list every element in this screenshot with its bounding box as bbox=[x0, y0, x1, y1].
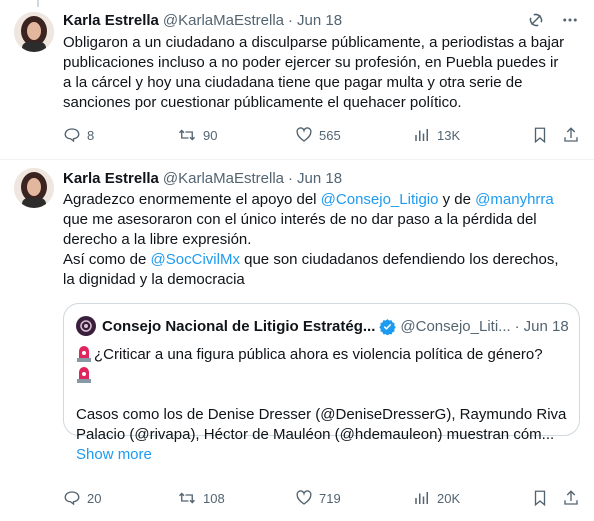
thread-line-top bbox=[37, 0, 39, 7]
quote-display-name[interactable]: Consejo Nacional de Litigio Estratég... bbox=[102, 318, 375, 335]
share-button[interactable] bbox=[562, 125, 580, 145]
like-icon bbox=[295, 126, 313, 144]
quote-text: ¿Criticar a una figura pública ahora es … bbox=[76, 344, 567, 465]
reply-button[interactable]: 8 bbox=[63, 125, 94, 145]
views-button[interactable]: 20K bbox=[413, 488, 460, 508]
quote-line: Casos como los de Denise Dresser (@Denis… bbox=[76, 406, 567, 423]
handle[interactable]: @KarlaMaEstrella bbox=[163, 170, 284, 187]
separator-dot: · bbox=[288, 169, 293, 187]
tweet-line: Así como de @SocCivilMx que son ciudadan… bbox=[63, 250, 580, 270]
tweet[interactable]: Karla Estrella @KarlaMaEstrella · Jun 18… bbox=[0, 0, 594, 160]
like-icon bbox=[295, 489, 313, 507]
retweet-button[interactable]: 90 bbox=[177, 125, 217, 145]
action-bar: 20 108 719 20K bbox=[63, 488, 583, 508]
views-icon bbox=[413, 126, 431, 144]
tweet-text: Agradezco enormemente el apoyo del @Cons… bbox=[63, 190, 580, 290]
siren-emoji bbox=[76, 365, 92, 383]
siren-emoji bbox=[76, 344, 92, 362]
mention-link[interactable]: @manyhrra bbox=[475, 191, 554, 208]
reply-count: 8 bbox=[87, 127, 95, 143]
share-button[interactable] bbox=[562, 488, 580, 508]
views-icon bbox=[413, 489, 431, 507]
share-icon bbox=[562, 489, 580, 507]
mention-link[interactable]: @Consejo_Litigio bbox=[321, 191, 439, 208]
retweet-button[interactable]: 108 bbox=[177, 488, 225, 508]
tweet-line: que me asesoraron con el único interés d… bbox=[63, 211, 537, 228]
text-span: ¿Criticar a una figura pública ahora es … bbox=[94, 346, 543, 363]
text-span: y de bbox=[438, 191, 476, 208]
text-span: Así como de bbox=[63, 251, 151, 268]
tweet-line: Obligaron a un ciudadano a disculparse p… bbox=[63, 34, 565, 51]
tweet-line: Agradezco enormemente el apoyo del @Cons… bbox=[63, 190, 580, 210]
tweet-line: a la cárcel y hoy una ciudadana tiene qu… bbox=[63, 74, 523, 91]
display-name[interactable]: Karla Estrella bbox=[63, 170, 159, 187]
tweet-line: la dignidad y la democracia bbox=[63, 271, 245, 288]
verified-icon bbox=[379, 318, 397, 335]
quote-line: Palacio (@rivapa), Héctor de Mauléon (@h… bbox=[76, 426, 555, 443]
tweet-text: Obligaron a un ciudadano a disculparse p… bbox=[63, 33, 580, 113]
handle[interactable]: @KarlaMaEstrella bbox=[163, 12, 284, 29]
reply-icon bbox=[63, 489, 81, 507]
action-bar: 8 90 565 13K bbox=[63, 125, 583, 145]
mention-link[interactable]: @SocCivilMx bbox=[151, 251, 240, 268]
quote-line: ¿Criticar a una figura pública ahora es … bbox=[76, 344, 567, 365]
show-more-link[interactable]: Show more bbox=[76, 445, 567, 465]
like-button[interactable]: 719 bbox=[295, 488, 341, 508]
quote-avatar[interactable] bbox=[76, 316, 96, 336]
reply-button[interactable]: 20 bbox=[63, 488, 101, 508]
avatar[interactable] bbox=[14, 168, 54, 208]
separator-dot: · bbox=[514, 317, 520, 335]
retweet-icon bbox=[177, 489, 197, 507]
separator-dot: · bbox=[288, 11, 293, 29]
retweet-count: 90 bbox=[203, 127, 218, 143]
views-count: 13K bbox=[437, 127, 461, 143]
avatar[interactable] bbox=[14, 12, 54, 52]
quote-timestamp[interactable]: Jun 18 bbox=[524, 318, 569, 335]
share-icon bbox=[562, 126, 580, 144]
bookmark-button[interactable] bbox=[531, 488, 549, 508]
retweet-icon bbox=[177, 126, 197, 144]
reply-count: 20 bbox=[87, 490, 102, 506]
quote-header: Consejo Nacional de Litigio Estratég... … bbox=[76, 316, 569, 336]
bookmark-icon bbox=[531, 489, 549, 507]
tweet-header: Karla Estrella @KarlaMaEstrella · Jun 18 bbox=[63, 10, 580, 30]
tweet[interactable]: Karla Estrella @KarlaMaEstrella · Jun 18… bbox=[0, 160, 594, 521]
quote-handle[interactable]: @Consejo_Liti... bbox=[400, 318, 510, 335]
tweet-line: publicaciones incluso a no poder ejercer… bbox=[63, 54, 559, 71]
text-span: que son ciudadanos defendiendo los derec… bbox=[239, 251, 559, 268]
quoted-tweet[interactable]: Consejo Nacional de Litigio Estratég... … bbox=[63, 303, 580, 463]
timestamp[interactable]: Jun 18 bbox=[297, 170, 342, 187]
like-count: 565 bbox=[319, 127, 341, 143]
tweet-line: sanciones por cuestionar públicamente el… bbox=[63, 94, 462, 111]
like-count: 719 bbox=[319, 490, 341, 506]
bookmark-button[interactable] bbox=[531, 125, 549, 145]
views-button[interactable]: 13K bbox=[413, 125, 460, 145]
tweet-header: Karla Estrella @KarlaMaEstrella · Jun 18 bbox=[63, 168, 580, 188]
reply-icon bbox=[63, 126, 81, 144]
retweet-count: 108 bbox=[203, 490, 225, 506]
timestamp[interactable]: Jun 18 bbox=[297, 12, 342, 29]
more-icon[interactable] bbox=[560, 10, 580, 30]
tweet-line: derecho a la libre expresión. bbox=[63, 231, 252, 248]
views-count: 20K bbox=[437, 490, 461, 506]
like-button[interactable]: 565 bbox=[295, 125, 341, 145]
text-span: Agradezco enormemente el apoyo del bbox=[63, 191, 321, 208]
bookmark-icon bbox=[531, 126, 549, 144]
grok-icon[interactable] bbox=[526, 10, 546, 30]
display-name[interactable]: Karla Estrella bbox=[63, 12, 159, 29]
quote-line bbox=[76, 365, 567, 385]
